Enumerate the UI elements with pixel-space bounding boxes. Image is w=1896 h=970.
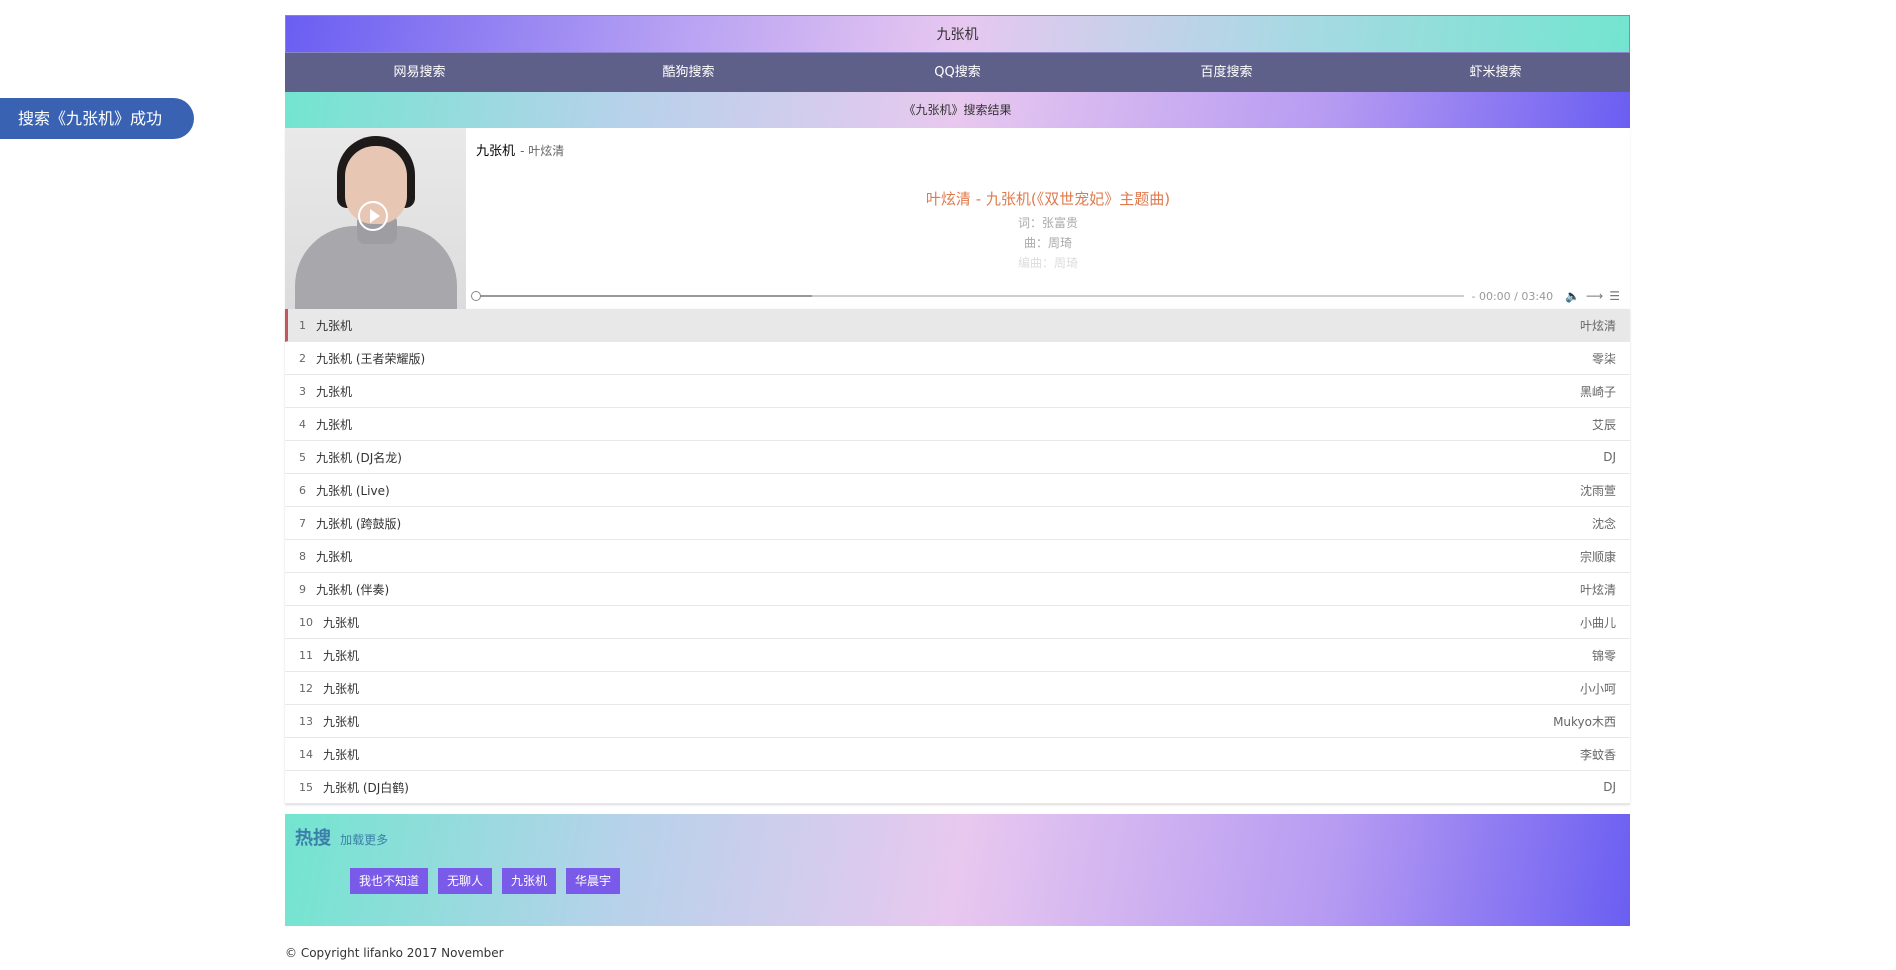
song-number: 9 <box>299 582 306 596</box>
song-title: 九张机 (Live) <box>316 483 390 498</box>
player-song-artist: - 叶炫清 <box>520 144 565 158</box>
nav-netease-search[interactable]: 网易搜索 <box>285 53 554 92</box>
song-number: 12 <box>299 681 313 695</box>
song-artist: 小小呵 <box>1579 681 1616 696</box>
song-title: 九张机 <box>323 615 360 630</box>
song-number: 2 <box>299 351 306 365</box>
search-success-toast: 搜索《九张机》成功 <box>0 98 194 139</box>
song-artist: 叶炫清 <box>1579 318 1616 333</box>
lyrics-panel: 叶炫清 - 九张机(《双世宠妃》主题曲) 词：张富贵 曲：周琦 编曲：周琦 <box>466 188 1630 273</box>
song-number: 3 <box>299 384 306 398</box>
song-row[interactable]: 13 九张机 Mukyo木西 <box>285 705 1630 738</box>
song-artist: 宗顺康 <box>1579 549 1616 564</box>
song-artist: DJ <box>1603 780 1616 794</box>
song-title: 九张机 (伴奏) <box>316 582 390 597</box>
song-artist: 零柒 <box>1591 351 1616 366</box>
hot-tag[interactable]: 无聊人 <box>438 868 493 894</box>
song-row[interactable]: 10 九张机 小曲儿 <box>285 606 1630 639</box>
song-artist: Mukyo木西 <box>1553 714 1616 729</box>
hot-tag[interactable]: 华晨宇 <box>566 868 621 894</box>
song-title: 九张机 (王者荣耀版) <box>316 351 426 366</box>
song-number: 15 <box>299 780 313 794</box>
song-title: 九张机 (跨鼓版) <box>316 516 402 531</box>
song-number: 6 <box>299 483 306 497</box>
lyric-current-line: 叶炫清 - 九张机(《双世宠妃》主题曲) <box>925 190 1171 208</box>
hot-tags: 我也不知道 无聊人 九张机 华晨宇 <box>350 868 1620 894</box>
song-artist: 叶炫清 <box>1579 582 1616 597</box>
song-number: 4 <box>299 417 306 431</box>
song-row[interactable]: 3 九张机 黑崎子 <box>285 375 1630 408</box>
song-row[interactable]: 4 九张机 艾辰 <box>285 408 1630 441</box>
song-row[interactable]: 14 九张机 李蚊香 <box>285 738 1630 771</box>
hot-tag[interactable]: 我也不知道 <box>350 868 429 894</box>
song-number: 8 <box>299 549 306 563</box>
song-row[interactable]: 8 九张机 宗顺康 <box>285 540 1630 573</box>
player-song-title: 九张机 <box>476 144 516 159</box>
song-artist: 沈念 <box>1591 516 1616 531</box>
song-artist: DJ <box>1603 450 1616 464</box>
song-title: 九张机 (DJ名龙) <box>316 450 402 465</box>
player-info: 九张机 - 叶炫清 叶炫清 - 九张机(《双世宠妃》主题曲) 词：张富贵 曲：周… <box>466 128 1630 309</box>
nav-qq-search[interactable]: QQ搜索 <box>823 53 1092 92</box>
copyright: © Copyright lifanko 2017 November <box>285 946 504 960</box>
loop-mode-icon[interactable]: ⟶ <box>1586 289 1603 303</box>
song-row[interactable]: 2 九张机 (王者荣耀版) 零柒 <box>285 342 1630 375</box>
hot-tag[interactable]: 九张机 <box>502 868 557 894</box>
hot-search-title: 热搜 <box>295 828 331 849</box>
nav-baidu-search[interactable]: 百度搜索 <box>1092 53 1361 92</box>
time-display: - 00:00 / 03:40 <box>1471 289 1554 303</box>
page-title: 九张机 <box>285 15 1630 53</box>
load-more-link[interactable]: 加载更多 <box>340 833 388 847</box>
song-row[interactable]: 6 九张机 (Live) 沈雨萱 <box>285 474 1630 507</box>
volume-icon[interactable]: 🔈 <box>1565 289 1580 303</box>
song-artist: 黑崎子 <box>1579 384 1616 399</box>
song-number: 1 <box>299 318 306 332</box>
song-artist: 锦零 <box>1591 648 1616 663</box>
song-title: 九张机 <box>316 318 353 333</box>
progress-loaded <box>476 295 812 297</box>
lyric-line: 曲：周琦 <box>1023 236 1072 250</box>
song-title: 九张机 <box>323 648 360 663</box>
nav-kugou-search[interactable]: 酷狗搜索 <box>554 53 823 92</box>
song-title: 九张机 (DJ白鹤) <box>323 780 409 795</box>
lyric-line: 词：张富贵 <box>1017 216 1078 230</box>
song-title: 九张机 <box>316 417 353 432</box>
song-row[interactable]: 7 九张机 (跨鼓版) 沈念 <box>285 507 1630 540</box>
song-row[interactable]: 1 九张机 叶炫清 <box>285 309 1630 342</box>
lyric-line: 编曲：周琦 <box>1017 256 1078 270</box>
main-container: 九张机 网易搜索 酷狗搜索 QQ搜索 百度搜索 虾米搜索 《九张机》搜索结果 九… <box>285 15 1630 926</box>
song-title: 九张机 <box>316 384 353 399</box>
playlist-menu-icon[interactable]: ☰ <box>1609 289 1620 303</box>
song-artist: 沈雨萱 <box>1579 483 1616 498</box>
album-cover <box>285 128 466 309</box>
progress-handle[interactable] <box>471 291 481 301</box>
song-title: 九张机 <box>323 681 360 696</box>
progress-bar[interactable] <box>471 291 1464 301</box>
song-number: 7 <box>299 516 306 530</box>
song-number: 5 <box>299 450 306 464</box>
song-row[interactable]: 9 九张机 (伴奏) 叶炫清 <box>285 573 1630 606</box>
song-title: 九张机 <box>316 549 353 564</box>
song-row[interactable]: 12 九张机 小小呵 <box>285 672 1630 705</box>
hot-search-panel: 热搜 加载更多 我也不知道 无聊人 九张机 华晨宇 <box>285 814 1630 926</box>
song-row[interactable]: 5 九张机 (DJ名龙) DJ <box>285 441 1630 474</box>
results-header: 《九张机》搜索结果 <box>285 92 1630 128</box>
song-number: 11 <box>299 648 313 662</box>
music-player: 九张机 - 叶炫清 叶炫清 - 九张机(《双世宠妃》主题曲) 词：张富贵 曲：周… <box>285 128 1630 309</box>
song-number: 10 <box>299 615 313 629</box>
song-row[interactable]: 11 九张机 锦零 <box>285 639 1630 672</box>
song-row[interactable]: 15 九张机 (DJ白鹤) DJ <box>285 771 1630 804</box>
song-artist: 小曲儿 <box>1579 615 1616 630</box>
song-artist: 艾辰 <box>1591 417 1616 432</box>
song-title: 九张机 <box>323 747 360 762</box>
song-number: 14 <box>299 747 313 761</box>
player-controls: - 00:00 / 03:40 🔈 ⟶ ☰ <box>471 289 1620 303</box>
song-number: 13 <box>299 714 313 728</box>
search-source-nav: 网易搜索 酷狗搜索 QQ搜索 百度搜索 虾米搜索 <box>285 53 1630 92</box>
nav-xiami-search[interactable]: 虾米搜索 <box>1361 53 1630 92</box>
song-title: 九张机 <box>323 714 360 729</box>
song-list: 1 九张机 叶炫清 2 九张机 (王者荣耀版) 零柒 3 九张机 黑崎子 4 九张机 艾辰 5 九张机 (… <box>285 309 1630 804</box>
song-artist: 李蚊香 <box>1579 747 1616 762</box>
play-icon[interactable] <box>358 201 388 231</box>
